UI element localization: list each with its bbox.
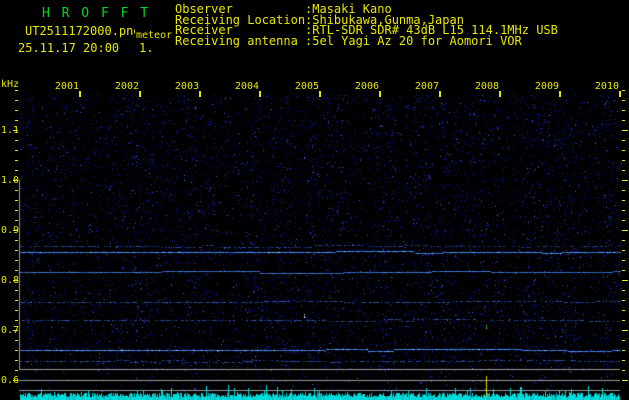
y-axis: 1.1 1.0 0.9 0.8 0.7 0.6 (0, 0, 629, 400)
y-axis-minor-tick (622, 220, 625, 221)
y-axis-minor-tick (622, 200, 625, 201)
y-axis-minor-tick (622, 310, 625, 311)
y-axis-minor-tick (15, 210, 18, 211)
y-axis-minor-tick (622, 340, 625, 341)
y-axis-minor-tick (622, 170, 625, 171)
y-axis-tick-label: 0.8 (1, 275, 20, 286)
y-axis-minor-tick (622, 370, 625, 371)
y-axis-minor-tick (622, 140, 625, 141)
y-axis-minor-tick (622, 240, 625, 241)
y-axis-minor-tick (622, 150, 625, 151)
y-axis-minor-tick (622, 300, 625, 301)
y-axis-major-tick (622, 330, 628, 331)
y-axis-minor-tick (622, 210, 625, 211)
y-axis-minor-tick (15, 90, 18, 91)
y-axis-minor-tick (622, 290, 625, 291)
y-axis-minor-tick (15, 290, 18, 291)
y-axis-major-tick (622, 230, 628, 231)
y-axis-minor-tick (15, 140, 18, 141)
y-axis-minor-tick (15, 200, 18, 201)
y-axis-tick-label: 0.7 (1, 325, 20, 336)
y-axis-minor-tick (622, 350, 625, 351)
y-axis-minor-tick (15, 110, 18, 111)
y-axis-minor-tick (15, 170, 18, 171)
y-axis-major-tick (622, 280, 628, 281)
y-axis-minor-tick (15, 150, 18, 151)
y-axis-minor-tick (622, 120, 625, 121)
y-axis-minor-tick (15, 320, 18, 321)
y-axis-minor-tick (15, 340, 18, 341)
y-axis-minor-tick (15, 370, 18, 371)
y-axis-major-tick (622, 380, 628, 381)
y-axis-tick-label: 1.1 (1, 125, 20, 136)
y-axis-tick-label: 1.0 (1, 175, 20, 186)
y-axis-minor-tick (15, 270, 18, 271)
y-axis-minor-tick (15, 220, 18, 221)
y-axis-minor-tick (622, 250, 625, 251)
y-axis-minor-tick (15, 240, 18, 241)
y-axis-major-tick (622, 130, 628, 131)
y-axis-minor-tick (622, 100, 625, 101)
y-axis-minor-tick (15, 360, 18, 361)
y-axis-minor-tick (622, 190, 625, 191)
y-axis-minor-tick (622, 320, 625, 321)
y-axis-tick-label: 0.9 (1, 225, 20, 236)
y-axis-minor-tick (15, 190, 18, 191)
y-axis-major-tick (622, 180, 628, 181)
y-axis-minor-tick (15, 100, 18, 101)
y-axis-minor-tick (622, 260, 625, 261)
y-axis-minor-tick (15, 260, 18, 261)
y-axis-minor-tick (15, 310, 18, 311)
y-axis-tick-label: 0.6 (1, 375, 20, 386)
hrofft-window: H R O F F T UT2511172000.png meteor 25.1… (0, 0, 629, 400)
y-axis-minor-tick (15, 300, 18, 301)
y-axis-minor-tick (622, 270, 625, 271)
y-axis-minor-tick (622, 110, 625, 111)
y-axis-minor-tick (15, 120, 18, 121)
y-axis-minor-tick (622, 90, 625, 91)
y-axis-minor-tick (15, 350, 18, 351)
y-axis-minor-tick (622, 360, 625, 361)
y-axis-minor-tick (15, 250, 18, 251)
y-axis-minor-tick (622, 160, 625, 161)
y-axis-minor-tick (15, 160, 18, 161)
